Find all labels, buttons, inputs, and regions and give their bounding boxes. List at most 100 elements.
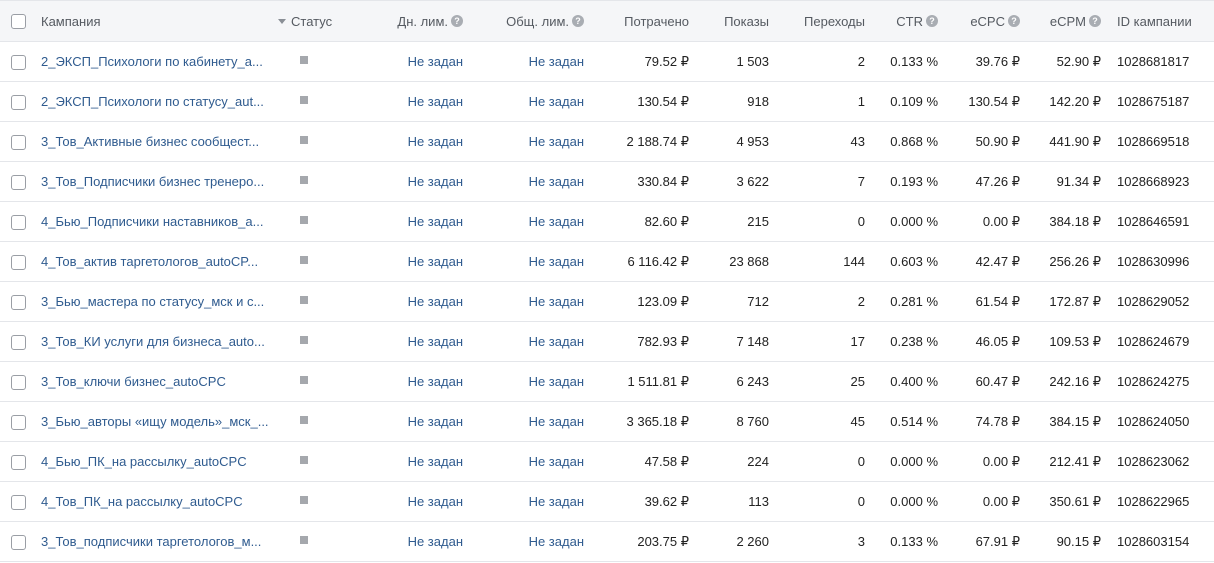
campaign-name-link[interactable]: 3_Тов_ключи бизнес_autoCPC	[41, 374, 226, 389]
header-total-limit[interactable]: Общ. лим.?	[463, 13, 584, 29]
row-checkbox[interactable]	[11, 494, 26, 510]
total-limit-cell: Не задан	[463, 374, 584, 389]
row-checkbox[interactable]	[11, 254, 26, 270]
table-row[interactable]: 3_Тов_Подписчики бизнес тренеро... Не за…	[0, 162, 1214, 202]
day-limit-link[interactable]: Не задан	[407, 534, 463, 549]
sort-desc-icon[interactable]	[278, 18, 286, 24]
help-icon[interactable]: ?	[451, 14, 463, 27]
campaign-name-link[interactable]: 2_ЭКСП_Психологи по кабинету_a...	[41, 54, 263, 69]
header-spent[interactable]: Потрачено	[584, 13, 689, 29]
day-limit-link[interactable]: Не задан	[407, 54, 463, 69]
header-day-limit-label: Дн. лим.	[397, 14, 448, 30]
total-limit-link[interactable]: Не задан	[528, 534, 584, 549]
table-row[interactable]: 3_Тов_КИ услуги для бизнеса_auto... Не з…	[0, 322, 1214, 362]
header-campaign-id-label: ID кампании	[1117, 14, 1192, 30]
day-limit-link[interactable]: Не задан	[407, 374, 463, 389]
help-icon[interactable]: ?	[572, 14, 584, 27]
table-row[interactable]: 4_Тов_ПК_на рассылку_autoCPC Не задан Не…	[0, 482, 1214, 522]
campaign-id-value: 1028624275	[1117, 374, 1190, 389]
day-limit-link[interactable]: Не задан	[407, 414, 463, 429]
day-limit-link[interactable]: Не задан	[407, 294, 463, 309]
status-stopped-icon	[300, 335, 308, 344]
row-checkbox-cell	[0, 253, 35, 270]
ecpc-value: 67.91 ₽	[975, 533, 1020, 549]
total-limit-link[interactable]: Не задан	[528, 414, 584, 429]
help-icon[interactable]: ?	[1089, 14, 1101, 27]
header-day-limit[interactable]: Дн. лим.?	[353, 13, 463, 29]
row-checkbox[interactable]	[11, 294, 26, 310]
table-row[interactable]: 2_ЭКСП_Психологи по статусу_aut... Не за…	[0, 82, 1214, 122]
total-limit-link[interactable]: Не задан	[528, 374, 584, 389]
day-limit-link[interactable]: Не задан	[407, 214, 463, 229]
campaign-name-link[interactable]: 3_Бью_мастера по статусу_мск и с...	[41, 294, 264, 309]
campaign-name-link[interactable]: 3_Тов_подписчики таргетологов_м...	[41, 534, 261, 549]
campaign-id-value: 1028630996	[1117, 254, 1190, 269]
row-checkbox[interactable]	[11, 334, 26, 350]
total-limit-link[interactable]: Не задан	[528, 214, 584, 229]
table-row[interactable]: 3_Тов_подписчики таргетологов_м... Не за…	[0, 522, 1214, 562]
row-checkbox[interactable]	[11, 134, 26, 150]
campaign-name-link[interactable]: 4_Бью_ПК_на рассылку_autoCPC	[41, 454, 247, 469]
total-limit-link[interactable]: Не задан	[528, 134, 584, 149]
campaign-name-link[interactable]: 4_Тов_ПК_на рассылку_autoCPC	[41, 494, 243, 509]
day-limit-link[interactable]: Не задан	[407, 254, 463, 269]
total-limit-link[interactable]: Не задан	[528, 254, 584, 269]
table-row[interactable]: 4_Тов_актив таргетологов_autoCP... Не за…	[0, 242, 1214, 282]
campaign-name-link[interactable]: 3_Тов_КИ услуги для бизнеса_auto...	[41, 334, 265, 349]
row-checkbox[interactable]	[11, 454, 26, 470]
help-icon[interactable]: ?	[926, 14, 938, 27]
day-limit-link[interactable]: Не задан	[407, 494, 463, 509]
ecpm-value: 172.87 ₽	[1049, 293, 1101, 309]
table-row[interactable]: 3_Бью_авторы «ищу модель»_мск_... Не зад…	[0, 402, 1214, 442]
row-checkbox[interactable]	[11, 94, 26, 110]
row-checkbox[interactable]	[11, 174, 26, 190]
table-row[interactable]: 3_Тов_ключи бизнес_autoCPC Не задан Не з…	[0, 362, 1214, 402]
total-limit-link[interactable]: Не задан	[528, 294, 584, 309]
ecpc-value: 0.00 ₽	[982, 493, 1020, 509]
select-all-checkbox[interactable]	[11, 14, 26, 30]
spent-value: 1 511.81 ₽	[627, 373, 689, 389]
total-limit-link[interactable]: Не задан	[528, 454, 584, 469]
day-limit-link[interactable]: Не задан	[407, 454, 463, 469]
day-limit-link[interactable]: Не задан	[407, 94, 463, 109]
header-campaign-id[interactable]: ID кампании	[1101, 13, 1214, 29]
row-checkbox[interactable]	[11, 414, 26, 430]
table-row[interactable]: 4_Бью_ПК_на рассылку_autoCPC Не задан Не…	[0, 442, 1214, 482]
status-stopped-icon	[300, 415, 308, 424]
header-ecpm[interactable]: eCPM?	[1020, 13, 1101, 29]
campaign-name-link[interactable]: 3_Тов_Активные бизнес сообщест...	[41, 134, 259, 149]
total-limit-link[interactable]: Не задан	[528, 494, 584, 509]
row-checkbox[interactable]	[11, 534, 26, 550]
header-ctr[interactable]: CTR?	[865, 13, 938, 29]
help-icon[interactable]: ?	[1008, 14, 1020, 27]
ecpc-value: 61.54 ₽	[975, 293, 1020, 309]
campaign-name-cell: 2_ЭКСП_Психологи по статусу_aut...	[35, 94, 275, 109]
shows-value: 23 868	[729, 254, 769, 269]
header-status[interactable]: Статус	[275, 13, 353, 29]
total-limit-link[interactable]: Не задан	[528, 94, 584, 109]
row-checkbox[interactable]	[11, 54, 26, 70]
header-clicks[interactable]: Переходы	[769, 13, 865, 29]
campaign-name-link[interactable]: 3_Тов_Подписчики бизнес тренеро...	[41, 174, 264, 189]
total-limit-link[interactable]: Не задан	[528, 174, 584, 189]
total-limit-link[interactable]: Не задан	[528, 334, 584, 349]
header-ecpc[interactable]: eCPC?	[938, 13, 1020, 29]
day-limit-link[interactable]: Не задан	[407, 134, 463, 149]
ctr-value: 0.238 %	[890, 334, 938, 349]
total-limit-link[interactable]: Не задан	[528, 54, 584, 69]
table-row[interactable]: 4_Бью_Подписчики наставников_a... Не зад…	[0, 202, 1214, 242]
row-checkbox[interactable]	[11, 374, 26, 390]
row-checkbox[interactable]	[11, 214, 26, 230]
day-limit-link[interactable]: Не задан	[407, 334, 463, 349]
campaign-name-link[interactable]: 3_Бью_авторы «ищу модель»_мск_...	[41, 414, 269, 429]
day-limit-link[interactable]: Не задан	[407, 174, 463, 189]
campaign-name-link[interactable]: 2_ЭКСП_Психологи по статусу_aut...	[41, 94, 264, 109]
campaign-name-link[interactable]: 4_Бью_Подписчики наставников_a...	[41, 214, 263, 229]
header-campaign[interactable]: Кампания	[35, 13, 275, 29]
table-row[interactable]: 2_ЭКСП_Психологи по кабинету_a... Не зад…	[0, 42, 1214, 82]
table-row[interactable]: 3_Бью_мастера по статусу_мск и с... Не з…	[0, 282, 1214, 322]
campaign-id-value: 1028603154	[1117, 534, 1190, 549]
campaign-name-link[interactable]: 4_Тов_актив таргетологов_autoCP...	[41, 254, 258, 269]
header-shows[interactable]: Показы	[689, 13, 769, 29]
table-row[interactable]: 3_Тов_Активные бизнес сообщест... Не зад…	[0, 122, 1214, 162]
